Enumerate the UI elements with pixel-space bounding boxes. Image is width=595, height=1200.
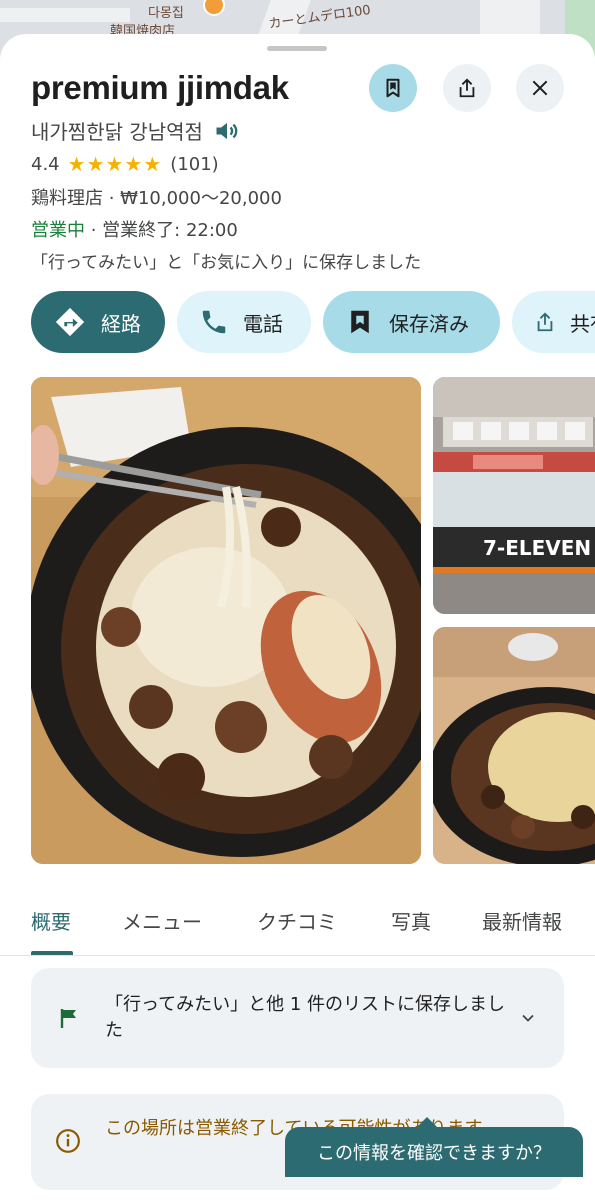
closing-time: · 営業終了: 22:00	[85, 220, 238, 241]
rating-row[interactable]: 4.4 ★★★★★ (101)	[31, 152, 219, 176]
place-name: premium jjimdak	[31, 69, 289, 106]
share-icon	[459, 78, 475, 98]
directions-icon	[55, 307, 85, 337]
flag-icon	[60, 1009, 76, 1028]
place-local-name: 내가찜한닭 강남역점	[31, 120, 203, 144]
open-status: 営業中	[31, 220, 85, 241]
bookmark-icon	[386, 78, 400, 98]
photo-storefront[interactable]: 7-ELEVEN	[433, 377, 595, 614]
saved-lists-note: 「行ってみたい」と「お気に入り」に保存しました	[31, 253, 422, 273]
tab-overview[interactable]: 概要	[31, 906, 71, 935]
food-photo-illustration	[31, 377, 421, 864]
chevron-down-icon[interactable]	[518, 1008, 538, 1028]
share-chip-button[interactable]: 共有	[512, 291, 595, 353]
share-label: 共有	[570, 311, 595, 336]
close-icon	[532, 80, 548, 96]
photo-jjimdak-2[interactable]	[433, 627, 595, 864]
map-label: 다몽집	[148, 6, 184, 21]
verify-info-tooltip[interactable]: この情報を確認できますか？	[285, 1117, 583, 1177]
tab-photos[interactable]: 写真	[391, 906, 431, 935]
bookmark-icon	[351, 310, 369, 334]
map-pin-icon[interactable]	[203, 0, 225, 16]
photo-main-jjimdak[interactable]	[31, 377, 421, 864]
drag-handle[interactable]	[267, 46, 327, 51]
active-tab-indicator	[31, 951, 73, 955]
tooltip-text: この情報を確認できますか？	[317, 1143, 551, 1164]
tab-reviews[interactable]: クチコミ	[257, 906, 337, 935]
category-price: 鶏料理店 · ₩10,000～20,000	[31, 188, 282, 209]
call-button[interactable]: 電話	[177, 291, 311, 353]
store-sign: 7-ELEVEN	[483, 536, 591, 560]
call-label: 電話	[243, 311, 283, 336]
share-button[interactable]	[443, 64, 491, 112]
place-sheet: premium jjimdak 내가찜한닭 강남역점 4.4 ★★★★★ (10…	[0, 34, 595, 1200]
hours-row[interactable]: 営業中 · 営業終了: 22:00	[31, 216, 238, 242]
place-local-name-row: 내가찜한닭 강남역점	[31, 116, 241, 145]
storefront-illustration: 7-ELEVEN	[433, 377, 595, 614]
saved-button[interactable]: 保存済み	[323, 291, 500, 353]
phone-icon	[202, 310, 226, 334]
tab-menu[interactable]: メニュー	[122, 906, 202, 935]
tab-updates[interactable]: 最新情報	[482, 906, 562, 935]
directions-label: 経路	[101, 311, 141, 336]
close-button[interactable]	[516, 64, 564, 112]
saved-label: 保存済み	[389, 311, 469, 336]
info-icon	[56, 1129, 80, 1153]
share-icon	[537, 312, 553, 332]
action-chips: 経路 電話 保存済み 共有	[31, 291, 595, 353]
speaker-icon[interactable]	[213, 117, 241, 145]
review-count: (101)	[170, 153, 219, 175]
tab-bar: 概要 メニュー クチコミ 写真 最新情報	[0, 898, 595, 956]
save-button[interactable]	[369, 64, 417, 112]
star-rating-icon: ★★★★★	[67, 152, 163, 176]
rating-value: 4.4	[31, 153, 60, 175]
food-photo-illustration-2	[433, 627, 595, 864]
saved-lists-card[interactable]: 「行ってみたい」と他 1 件のリストに保存しました	[31, 968, 564, 1068]
saved-lists-text: 「行ってみたい」と他 1 件のリストに保存しました	[105, 994, 505, 1041]
directions-button[interactable]: 経路	[31, 291, 165, 353]
